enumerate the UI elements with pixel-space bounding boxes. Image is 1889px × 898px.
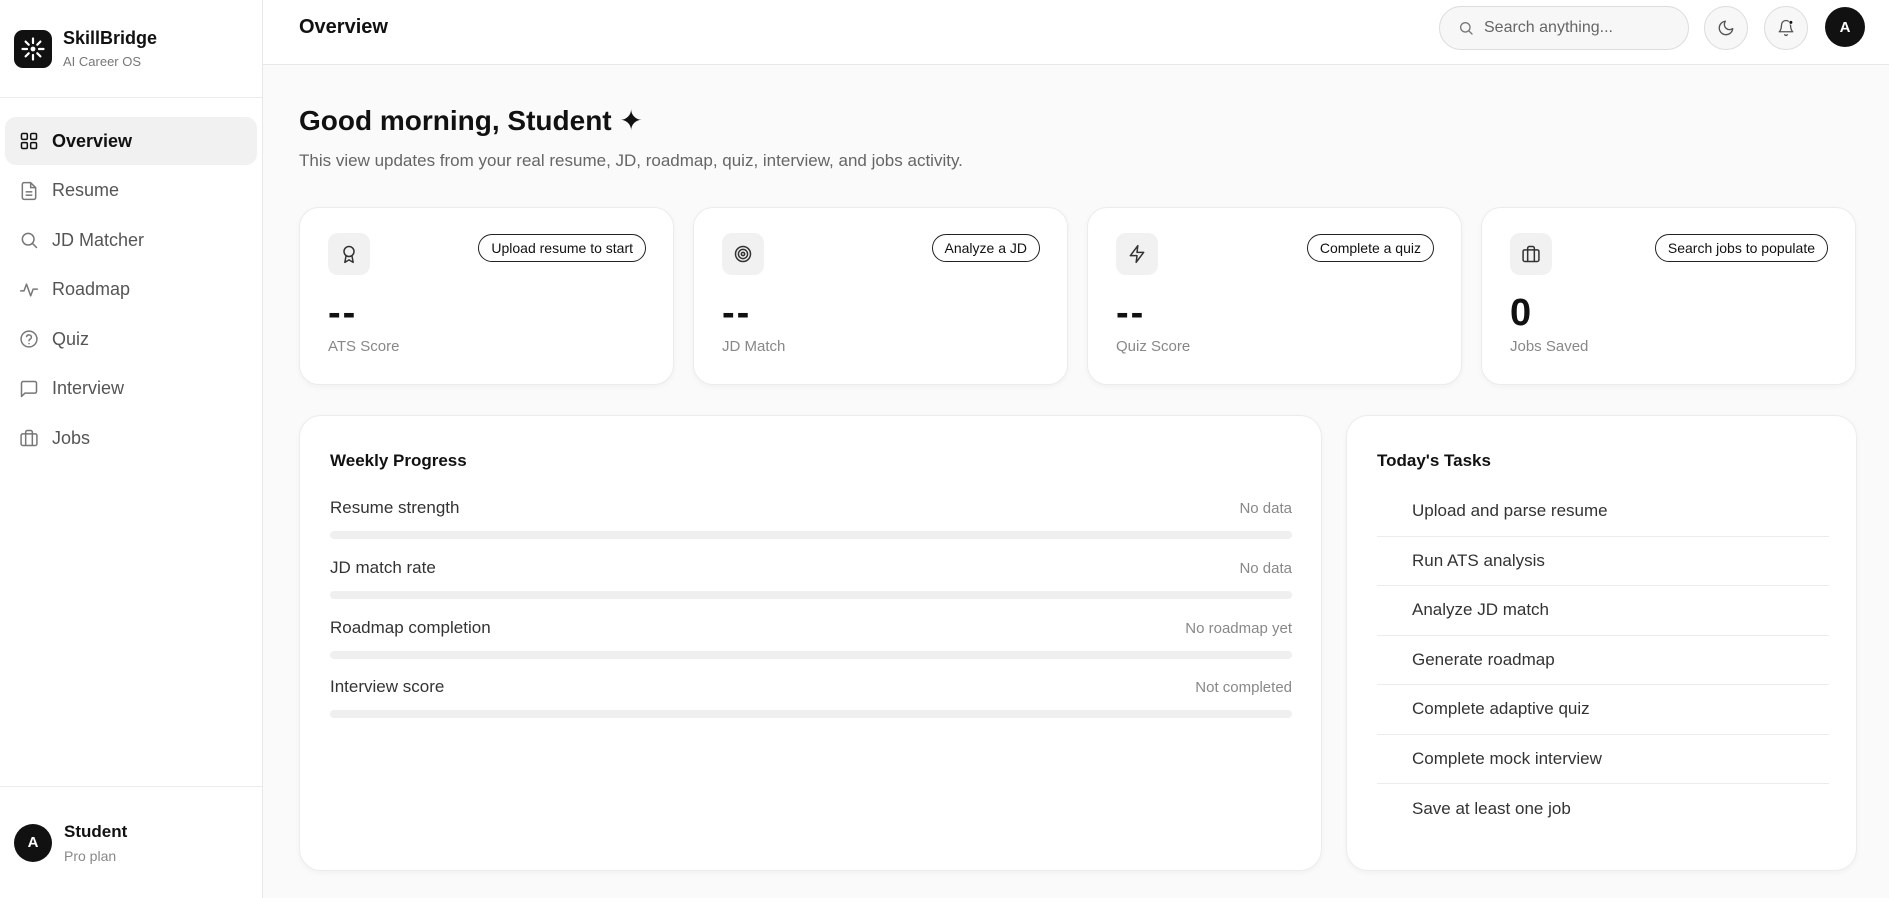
stat-card-ats-score: Upload resume to start -- ATS Score xyxy=(299,207,674,385)
task-item[interactable]: Complete mock interview xyxy=(1377,735,1829,784)
progress-bar xyxy=(330,710,1292,718)
grid-icon xyxy=(20,132,38,150)
weekly-progress-panel: Weekly Progress Resume strength No data … xyxy=(299,415,1322,871)
stat-label: Quiz Score xyxy=(1116,338,1191,355)
sidebar-item-jobs[interactable]: Jobs xyxy=(5,414,257,462)
sidebar-item-label: Jobs xyxy=(52,427,91,448)
stat-value: 0 xyxy=(1510,292,1534,334)
greeting-heading: Good morning, Student ✦ xyxy=(299,105,643,136)
sidebar-item-label: Overview xyxy=(52,130,133,151)
search-jobs-button[interactable]: Search jobs to populate xyxy=(1654,234,1828,262)
sidebar: SkillBridge AI Career OS Overview Resume… xyxy=(0,0,263,898)
stat-card-jd-match: Analyze a JD -- JD Match xyxy=(693,207,1068,385)
task-item[interactable]: Analyze JD match xyxy=(1377,586,1829,636)
sidebar-item-label: Quiz xyxy=(52,328,90,349)
search-bar[interactable] xyxy=(1439,6,1689,50)
sidebar-nav: Overview Resume JD Matcher Roadmap Quiz … xyxy=(0,98,262,462)
progress-label: Roadmap completion xyxy=(330,618,491,637)
progress-status: No data xyxy=(1239,500,1292,517)
top-header: Overview A xyxy=(263,0,1889,65)
brand-name: SkillBridge xyxy=(63,28,158,48)
user-name: Student xyxy=(64,821,128,841)
help-circle-icon xyxy=(20,330,38,348)
stat-card-jobs-saved: Search jobs to populate 0 Jobs Saved xyxy=(1481,207,1856,385)
progress-row-jd-match-rate: JD match rate No data xyxy=(330,558,1292,599)
bell-icon xyxy=(1778,19,1794,37)
task-item[interactable]: Save at least one job xyxy=(1377,784,1829,834)
message-icon xyxy=(20,380,38,397)
progress-status: Not completed xyxy=(1195,679,1292,696)
task-item[interactable]: Run ATS analysis xyxy=(1377,537,1829,586)
briefcase-icon xyxy=(20,429,38,447)
progress-bar xyxy=(330,531,1292,539)
sidebar-item-jd-matcher[interactable]: JD Matcher xyxy=(5,216,257,264)
moon-icon xyxy=(1718,20,1734,36)
progress-bar xyxy=(330,651,1292,659)
zap-icon xyxy=(1116,233,1158,275)
task-item[interactable]: Upload and parse resume xyxy=(1377,487,1829,537)
theme-toggle-button[interactable] xyxy=(1704,6,1748,50)
progress-label: JD match rate xyxy=(330,558,436,577)
progress-bar xyxy=(330,591,1292,599)
progress-label: Resume strength xyxy=(330,498,460,517)
stat-label: ATS Score xyxy=(328,338,400,355)
progress-row-interview-score: Interview score Not completed xyxy=(330,677,1292,718)
brand[interactable]: SkillBridge AI Career OS xyxy=(0,0,262,98)
sidebar-item-overview[interactable]: Overview xyxy=(5,117,257,165)
document-icon xyxy=(21,181,37,200)
analyze-jd-button[interactable]: Analyze a JD xyxy=(931,234,1040,262)
stat-value: -- xyxy=(722,292,752,334)
sidebar-item-resume[interactable]: Resume xyxy=(5,167,257,215)
award-icon xyxy=(328,233,370,275)
stat-label: JD Match xyxy=(722,338,786,355)
page-title: Overview xyxy=(299,16,388,38)
sidebar-item-interview[interactable]: Interview xyxy=(5,365,257,413)
avatar[interactable]: A xyxy=(1825,7,1865,47)
stat-card-quiz-score: Complete a quiz -- Quiz Score xyxy=(1087,207,1462,385)
progress-status: No roadmap yet xyxy=(1185,620,1292,637)
user-profile[interactable]: A Student Pro plan xyxy=(0,786,262,898)
sidebar-item-label: JD Matcher xyxy=(52,229,145,250)
sidebar-item-label: Roadmap xyxy=(52,279,131,299)
target-icon xyxy=(722,233,764,275)
activity-icon xyxy=(19,282,39,297)
search-icon xyxy=(21,232,38,249)
sidebar-item-label: Resume xyxy=(52,180,120,200)
upload-resume-button[interactable]: Upload resume to start xyxy=(478,234,646,262)
search-input[interactable] xyxy=(1484,19,1674,37)
user-plan: Pro plan xyxy=(64,847,117,864)
progress-status: No data xyxy=(1239,560,1292,577)
search-icon xyxy=(1460,22,1473,35)
panel-title: Weekly Progress xyxy=(330,451,467,470)
greeting-subtitle: This view updates from your real resume,… xyxy=(299,151,963,170)
complete-quiz-button[interactable]: Complete a quiz xyxy=(1306,234,1434,262)
sidebar-item-label: Interview xyxy=(52,378,125,398)
sidebar-item-roadmap[interactable]: Roadmap xyxy=(5,266,257,314)
task-item[interactable]: Generate roadmap xyxy=(1377,636,1829,685)
notifications-button[interactable] xyxy=(1764,6,1808,50)
brand-subtitle: AI Career OS xyxy=(63,54,142,69)
panel-title: Today's Tasks xyxy=(1377,451,1491,470)
sidebar-item-quiz[interactable]: Quiz xyxy=(5,315,257,363)
logo-icon xyxy=(14,29,52,68)
todays-tasks-panel: Today's Tasks Upload and parse resume Ru… xyxy=(1346,415,1857,871)
avatar: A xyxy=(14,823,52,862)
stat-value: -- xyxy=(1116,292,1146,334)
progress-row-roadmap-completion: Roadmap completion No roadmap yet xyxy=(330,618,1292,659)
briefcase-icon xyxy=(1510,233,1552,275)
progress-row-resume-strength: Resume strength No data xyxy=(330,498,1292,539)
task-item[interactable]: Complete adaptive quiz xyxy=(1377,685,1829,735)
task-list: Upload and parse resume Run ATS analysis… xyxy=(1377,487,1829,834)
stat-label: Jobs Saved xyxy=(1510,338,1589,355)
progress-label: Interview score xyxy=(330,677,445,696)
stat-value: -- xyxy=(328,292,358,334)
